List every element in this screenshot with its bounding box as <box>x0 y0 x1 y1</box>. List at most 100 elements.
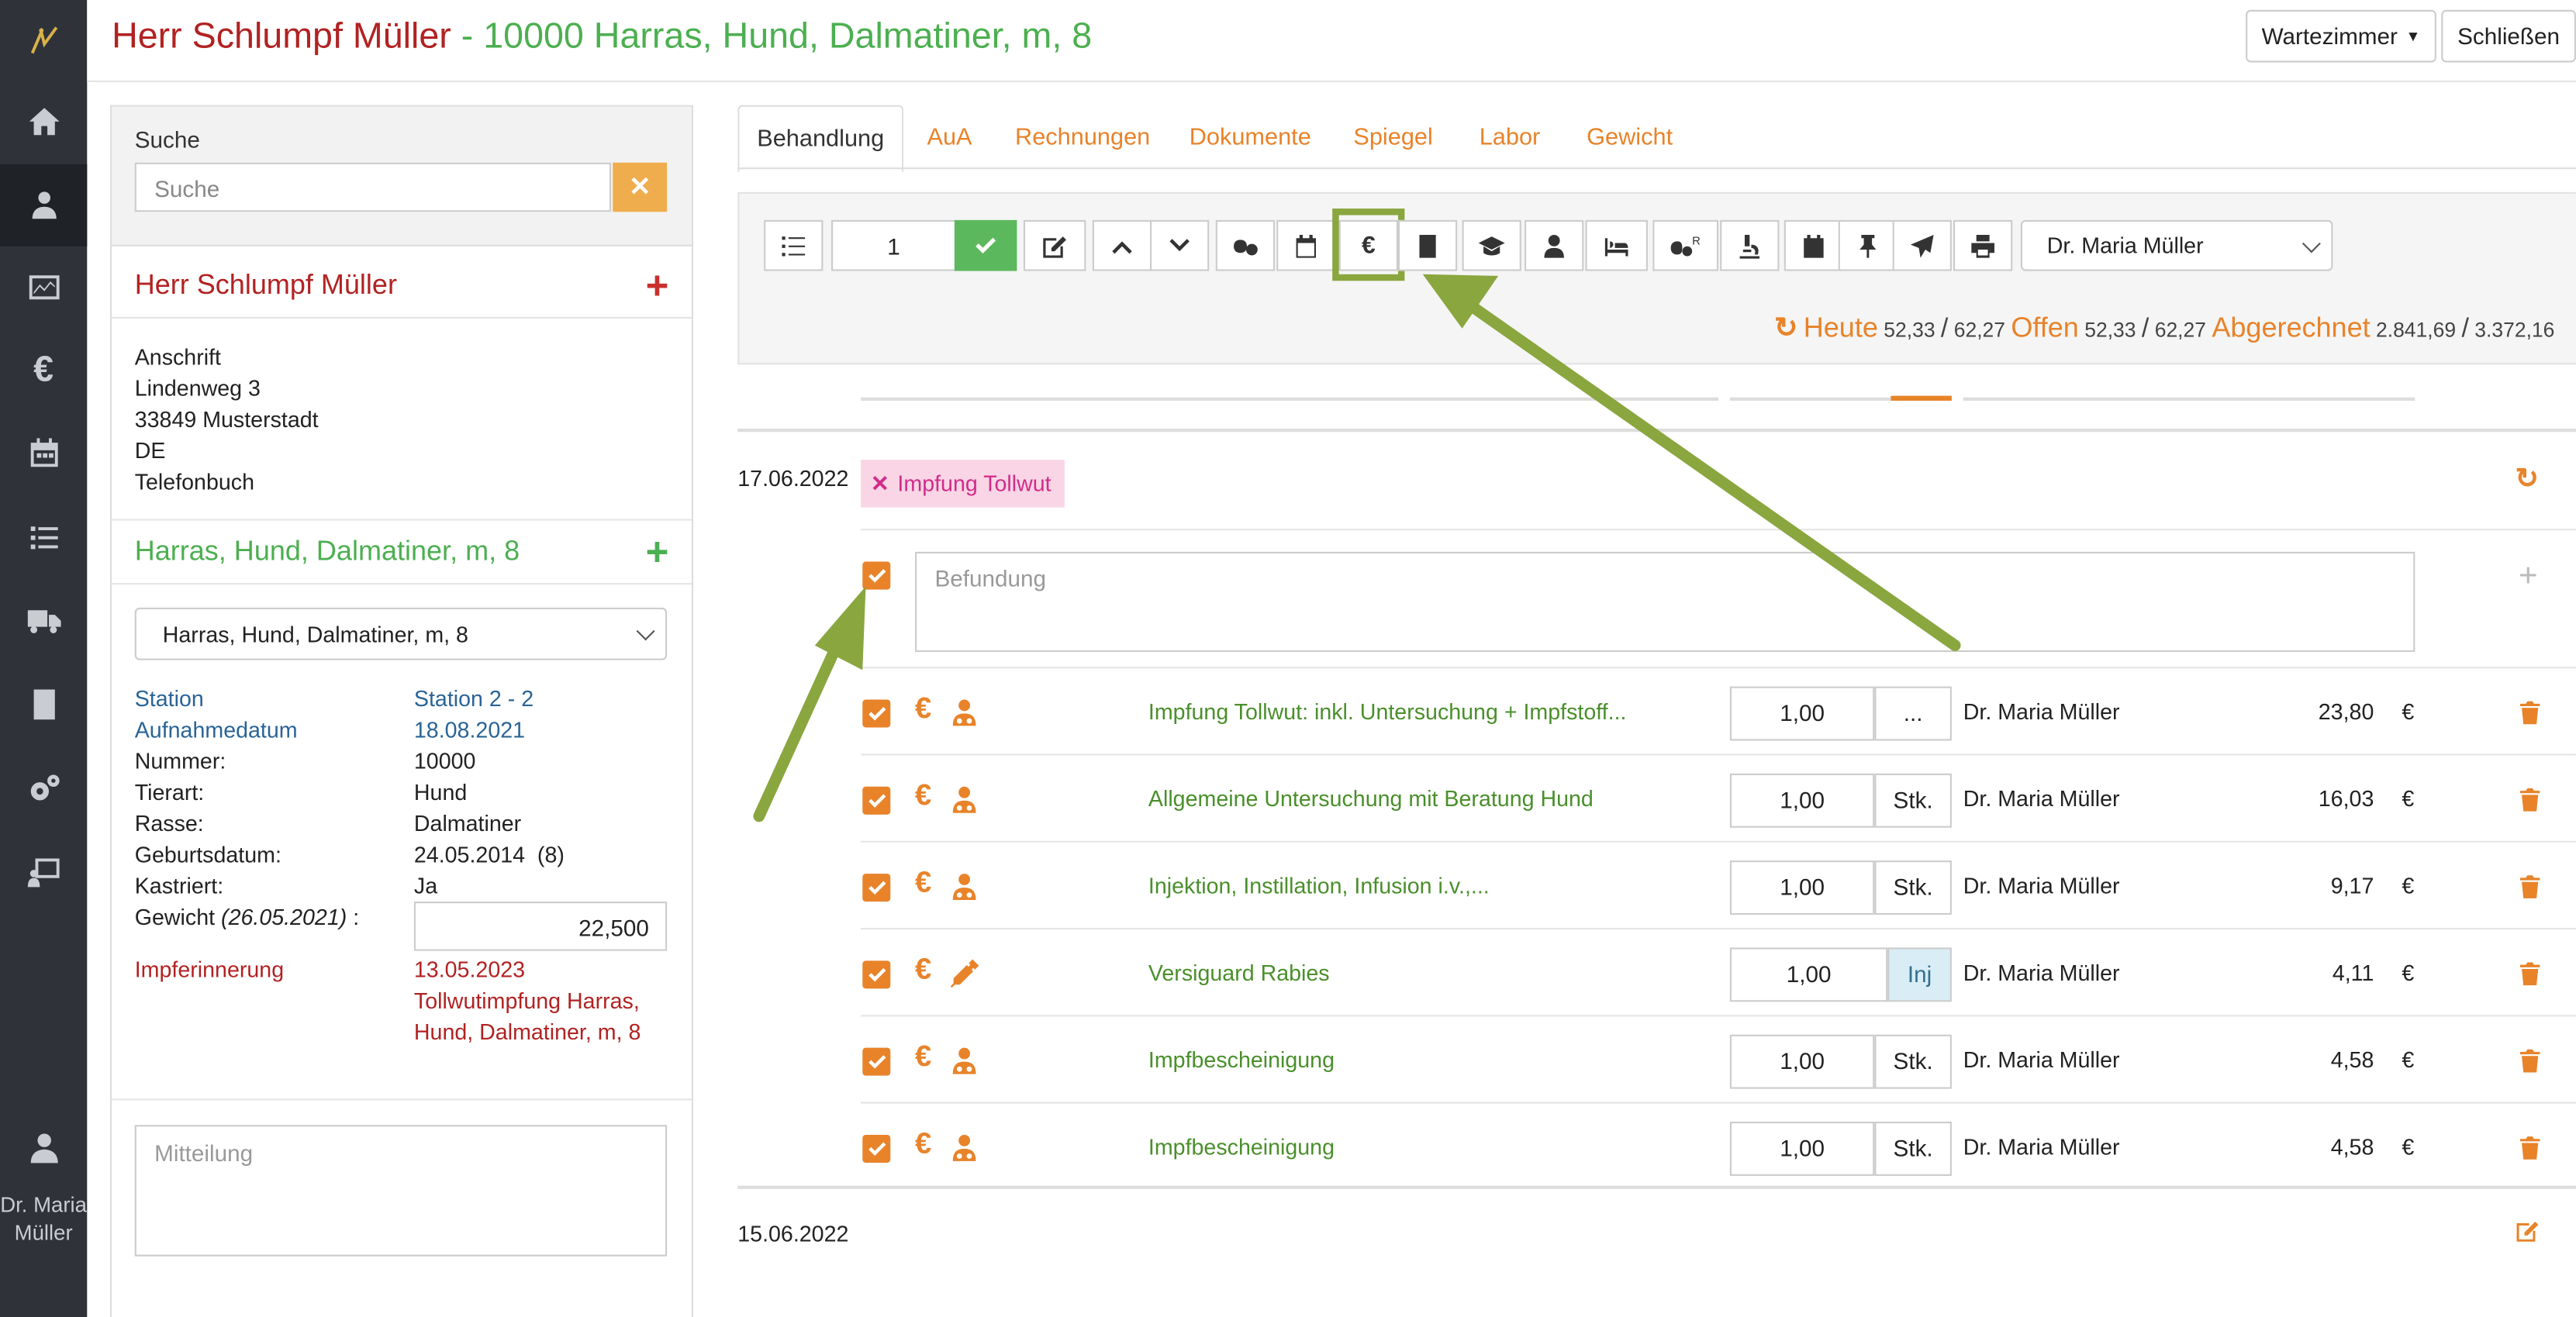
lab-button[interactable] <box>1720 219 1780 271</box>
tab-behandlung[interactable]: Behandlung <box>737 105 904 173</box>
edit-button[interactable] <box>1023 219 1086 271</box>
row-checkbox[interactable] <box>862 786 891 815</box>
add-plus-icon[interactable]: + <box>2519 558 2538 596</box>
doctor-select[interactable]: Dr. Maria Müller <box>2020 219 2333 271</box>
vaccination-reminder-text-1[interactable]: Tollwutimpfung Harras, <box>414 985 640 1016</box>
doctor-icon[interactable] <box>950 1133 979 1163</box>
clear-search-button[interactable]: ✕ <box>613 162 668 212</box>
search-input[interactable]: Suche <box>134 162 612 212</box>
row-checkbox[interactable] <box>862 699 891 728</box>
doctor-icon[interactable] <box>950 785 979 815</box>
vaccination-reminder-date[interactable]: 13.05.2023 <box>414 954 525 985</box>
doctor-icon[interactable] <box>950 872 979 902</box>
inpatient-button[interactable] <box>1585 219 1648 271</box>
settings-icon[interactable] <box>0 747 87 829</box>
unit-button[interactable]: Stk. <box>1874 860 1952 915</box>
waiting-room-button[interactable]: Wartezimmer ▼ <box>2246 9 2436 63</box>
add-owner-plus-icon[interactable]: + <box>646 267 669 307</box>
add-animal-plus-icon[interactable]: + <box>646 533 669 574</box>
quantity-input[interactable]: 1,00 <box>1729 1034 1875 1089</box>
unit-button[interactable]: Stk. <box>1874 1034 1952 1089</box>
tasks-icon[interactable] <box>0 496 87 578</box>
row-service-name[interactable]: Versiguard Rabies <box>1148 960 1330 985</box>
user-name[interactable]: Dr. Maria Müller <box>0 1191 87 1246</box>
move-down-button[interactable] <box>1150 219 1210 271</box>
euro-icon[interactable]: € <box>915 691 931 726</box>
row-service-name[interactable]: Impfung Tollwut: inkl. Untersuchung + Im… <box>1148 700 1627 725</box>
unit-button[interactable]: Stk. <box>1874 1122 1952 1176</box>
animal-title[interactable]: Harras, Hund, Dalmatiner, m, 8 <box>135 536 520 568</box>
unit-button[interactable]: Inj <box>1887 947 1952 1002</box>
tab-aua[interactable]: AuA <box>909 105 991 170</box>
euro-icon[interactable]: € <box>915 1126 931 1160</box>
edit-icon[interactable] <box>2516 1219 2540 1243</box>
phonebook-link[interactable]: Telefonbuch <box>135 467 254 498</box>
count-input[interactable]: 1 <box>831 219 957 271</box>
syringe-icon[interactable] <box>950 959 979 988</box>
calendar-icon[interactable] <box>0 412 87 495</box>
station-value[interactable]: Station 2 - 2 <box>414 683 534 714</box>
unit-button[interactable]: Stk. <box>1874 773 1952 828</box>
move-up-button[interactable] <box>1092 219 1152 271</box>
euro-icon[interactable]: € <box>0 329 87 411</box>
owner-name[interactable]: Herr Schlumpf Müller <box>112 15 451 56</box>
tab-rechnungen[interactable]: Rechnungen <box>1002 105 1163 170</box>
add-appointment-button[interactable] <box>1784 219 1844 271</box>
book-icon[interactable] <box>0 664 87 746</box>
row-service-name[interactable]: Impfbescheinigung <box>1148 1048 1335 1073</box>
treatment-tag[interactable]: ✕ Impfung Tollwut <box>861 460 1065 508</box>
trash-icon[interactable] <box>2519 874 2542 900</box>
animal-owner-icon[interactable] <box>0 164 88 247</box>
home-icon[interactable] <box>0 81 87 163</box>
education-button[interactable] <box>1462 219 1521 271</box>
row-checkbox[interactable] <box>862 874 891 902</box>
befund-textarea[interactable]: Befundung <box>915 551 2415 653</box>
tab-gewicht[interactable]: Gewicht <box>1573 105 1687 170</box>
trash-icon[interactable] <box>2519 700 2542 726</box>
quantity-input[interactable]: 1,00 <box>1729 860 1875 915</box>
euro-icon[interactable]: € <box>915 1039 931 1074</box>
tab-labor[interactable]: Labor <box>1462 105 1558 170</box>
refresh-icon[interactable]: ↻ <box>2516 463 2539 495</box>
animal-summary[interactable]: - 10000 Harras, Hund, Dalmatiner, m, 8 <box>461 15 1092 56</box>
row-service-name[interactable]: Injektion, Instillation, Infusion i.v.,.… <box>1148 874 1490 898</box>
admission-label[interactable]: Aufnahmedatum <box>135 715 298 746</box>
doctor-icon[interactable] <box>950 1046 979 1076</box>
tab-dokumente[interactable]: Dokumente <box>1176 105 1324 170</box>
euro-icon[interactable]: € <box>915 866 931 900</box>
station-label[interactable]: Station <box>135 683 204 714</box>
row-checkbox[interactable] <box>862 1134 891 1163</box>
admission-value[interactable]: 18.08.2021 <box>414 715 525 746</box>
quantity-input[interactable]: 1,00 <box>1729 947 1888 1002</box>
prescription-button[interactable]: R <box>1652 219 1719 271</box>
tab-spiegel[interactable]: Spiegel <box>1339 105 1448 170</box>
logo-icon[interactable] <box>0 0 87 82</box>
pin-button[interactable] <box>1838 219 1897 271</box>
trash-icon[interactable] <box>2519 1048 2542 1074</box>
owner-title[interactable]: Herr Schlumpf Müller <box>135 269 397 302</box>
animal-select[interactable]: Harras, Hund, Dalmatiner, m, 8 <box>134 607 668 660</box>
trash-icon[interactable] <box>2519 787 2542 813</box>
euro-icon[interactable]: € <box>915 953 931 987</box>
befund-checkbox[interactable] <box>862 561 891 590</box>
confirm-button[interactable] <box>954 219 1017 271</box>
medication-button[interactable] <box>1215 219 1276 271</box>
vaccination-reminder-text-2[interactable]: Hund, Dalmatiner, m, 8 <box>414 1016 641 1047</box>
send-button[interactable] <box>1892 219 1952 271</box>
truck-icon[interactable] <box>0 580 87 662</box>
unit-button[interactable]: ... <box>1874 686 1952 741</box>
person-button[interactable] <box>1525 219 1584 271</box>
row-service-name[interactable]: Impfbescheinigung <box>1148 1135 1335 1160</box>
weight-input[interactable]: 22,500 <box>413 902 668 951</box>
row-checkbox[interactable] <box>862 960 891 989</box>
list-button[interactable] <box>764 219 824 271</box>
close-button[interactable]: Schließen <box>2441 9 2576 63</box>
message-textarea[interactable]: Mitteilung <box>134 1125 668 1257</box>
trash-icon[interactable] <box>2519 1135 2542 1161</box>
chart-icon[interactable] <box>0 247 87 329</box>
row-checkbox[interactable] <box>862 1047 891 1076</box>
euro-icon[interactable]: € <box>915 778 931 812</box>
quantity-input[interactable]: 1,00 <box>1729 1122 1875 1176</box>
refresh-icon[interactable]: ↻ <box>1774 312 1797 343</box>
notes-button[interactable] <box>1397 219 1458 271</box>
